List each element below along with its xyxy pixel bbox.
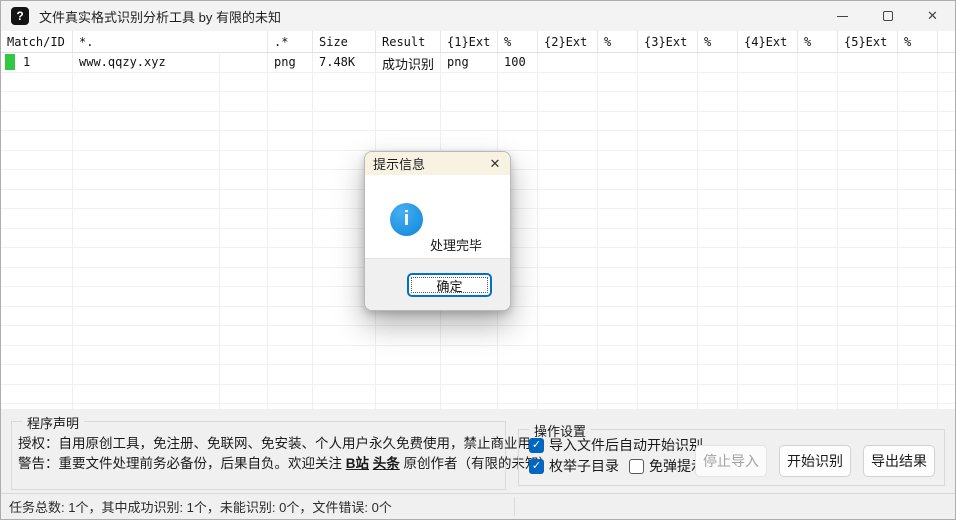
- table-cell: [898, 53, 938, 72]
- table-cell: 1: [1, 53, 73, 72]
- empty-row: [1, 92, 955, 112]
- table-cell: [638, 53, 698, 72]
- table-cell: png: [441, 53, 498, 72]
- app-icon: ?: [11, 7, 29, 25]
- grid-line: [219, 53, 220, 409]
- dialog-body: i 处理完毕: [365, 175, 510, 260]
- column-header-7[interactable]: {2}Ext: [538, 31, 598, 52]
- column-header-2[interactable]: .*: [268, 31, 313, 52]
- checkbox-row-2: ✓ 枚举子目录 免弹提示: [529, 458, 715, 474]
- column-header-3[interactable]: Size: [313, 31, 376, 52]
- minimize-icon: [837, 16, 848, 17]
- dialog-message: 处理完毕: [430, 235, 482, 254]
- table-cell: [538, 53, 598, 72]
- close-icon: ✕: [490, 156, 501, 172]
- dialog-title: 提示信息: [373, 154, 425, 173]
- column-header-9[interactable]: {3}Ext: [638, 31, 698, 52]
- warning-line: 警告：重要文件处理前务必备份，后果自负。欢迎关注 B站 头条 原创作者（有限的未…: [18, 454, 505, 474]
- message-dialog: 提示信息 ✕ i 处理完毕 确定: [364, 151, 511, 311]
- column-header-8[interactable]: %: [598, 31, 638, 52]
- table-cell: png: [268, 53, 313, 72]
- ok-button[interactable]: 确定: [407, 273, 492, 297]
- table-cell: 100: [498, 53, 538, 72]
- empty-row: [1, 385, 955, 405]
- empty-row: [1, 365, 955, 385]
- column-header-1[interactable]: *.: [73, 31, 268, 52]
- column-header-13[interactable]: {5}Ext: [838, 31, 898, 52]
- checkbox-row-1: ✓ 导入文件后自动开始识别: [529, 437, 713, 453]
- declaration-text: 授权：自用原创工具，免注册、免联网、免安装、个人用户永久免费使用，禁止商业用途 …: [12, 422, 505, 474]
- dialog-footer: 确定: [365, 258, 510, 310]
- declaration-groupbox: 程序声明 授权：自用原创工具，免注册、免联网、免安装、个人用户永久免费使用，禁止…: [11, 421, 506, 490]
- checkbox-icon: ✓: [529, 459, 544, 474]
- table-cell: [838, 53, 898, 72]
- empty-row: [1, 131, 955, 151]
- checkbox-label: 枚举子目录: [549, 456, 619, 476]
- empty-row: [1, 404, 955, 409]
- dialog-close-button[interactable]: ✕: [480, 152, 510, 175]
- table-cell: 成功识别: [376, 53, 441, 72]
- settings-groupbox: 操作设置 ✓ 导入文件后自动开始识别 ✓ 枚举子目录 免弹提示 停止导入 开始识…: [518, 429, 945, 486]
- empty-row: [1, 326, 955, 346]
- minimize-button[interactable]: [820, 1, 865, 31]
- dialog-titlebar: 提示信息 ✕: [365, 152, 510, 175]
- table-cell: [798, 53, 838, 72]
- maximize-button[interactable]: [865, 1, 910, 31]
- toutiao-link[interactable]: 头条: [373, 456, 400, 471]
- table-cell: www.qqzy.xyz: [73, 53, 268, 72]
- checkbox-icon: ✓: [529, 438, 544, 453]
- table-header: Match/ID*..*SizeResult{1}Ext%{2}Ext%{3}E…: [1, 31, 955, 53]
- bilibili-link[interactable]: B站: [346, 456, 369, 471]
- table-cell: [698, 53, 738, 72]
- window-title: 文件真实格式识别分析工具 by 有限的未知: [39, 7, 281, 26]
- authorization-line: 授权：自用原创工具，免注册、免联网、免安装、个人用户永久免费使用，禁止商业用途: [18, 434, 505, 454]
- window-controls: ✕: [820, 1, 955, 31]
- table-cell: 7.48K: [313, 53, 376, 72]
- start-recognize-button[interactable]: 开始识别: [779, 445, 851, 477]
- column-header-12[interactable]: %: [798, 31, 838, 52]
- info-icon: i: [390, 203, 423, 236]
- column-header-6[interactable]: %: [498, 31, 538, 52]
- empty-row: [1, 112, 955, 132]
- column-header-0[interactable]: Match/ID: [1, 31, 73, 52]
- status-swatch: [5, 54, 15, 70]
- stop-import-button[interactable]: 停止导入: [695, 445, 767, 477]
- column-header-4[interactable]: Result: [376, 31, 441, 52]
- titlebar: ? 文件真实格式识别分析工具 by 有限的未知 ✕: [1, 1, 955, 31]
- empty-row: [1, 73, 955, 93]
- declaration-legend: 程序声明: [22, 413, 84, 432]
- close-button[interactable]: ✕: [910, 1, 955, 31]
- maximize-icon: [883, 11, 893, 21]
- checkbox-icon: [629, 459, 644, 474]
- close-icon: ✕: [927, 8, 938, 24]
- question-icon: ?: [16, 9, 23, 23]
- checkbox-label: 导入文件后自动开始识别: [549, 435, 703, 455]
- table-cell: [598, 53, 638, 72]
- empty-row: [1, 346, 955, 366]
- export-results-button[interactable]: 导出结果: [863, 445, 935, 477]
- checkbox-auto-start[interactable]: ✓ 导入文件后自动开始识别: [529, 435, 703, 455]
- table-row[interactable]: 1www.qqzy.xyzpng7.48K成功识别png100: [1, 53, 955, 73]
- statusbar-separator: [514, 497, 515, 516]
- column-header-5[interactable]: {1}Ext: [441, 31, 498, 52]
- table-cell: [738, 53, 798, 72]
- column-header-11[interactable]: {4}Ext: [738, 31, 798, 52]
- status-text: 任务总数: 1个，其中成功识别: 1个，未能识别: 0个，文件错误: 0个: [9, 497, 392, 516]
- column-header-10[interactable]: %: [698, 31, 738, 52]
- checkbox-enum-subdir[interactable]: ✓ 枚举子目录: [529, 456, 619, 476]
- status-bar: 任务总数: 1个，其中成功识别: 1个，未能识别: 0个，文件错误: 0个: [1, 493, 955, 519]
- column-header-14[interactable]: %: [898, 31, 938, 52]
- checkbox-no-popup[interactable]: 免弹提示: [629, 456, 705, 476]
- app-window: ? 文件真实格式识别分析工具 by 有限的未知 ✕ Match/ID*..*Si…: [0, 0, 956, 520]
